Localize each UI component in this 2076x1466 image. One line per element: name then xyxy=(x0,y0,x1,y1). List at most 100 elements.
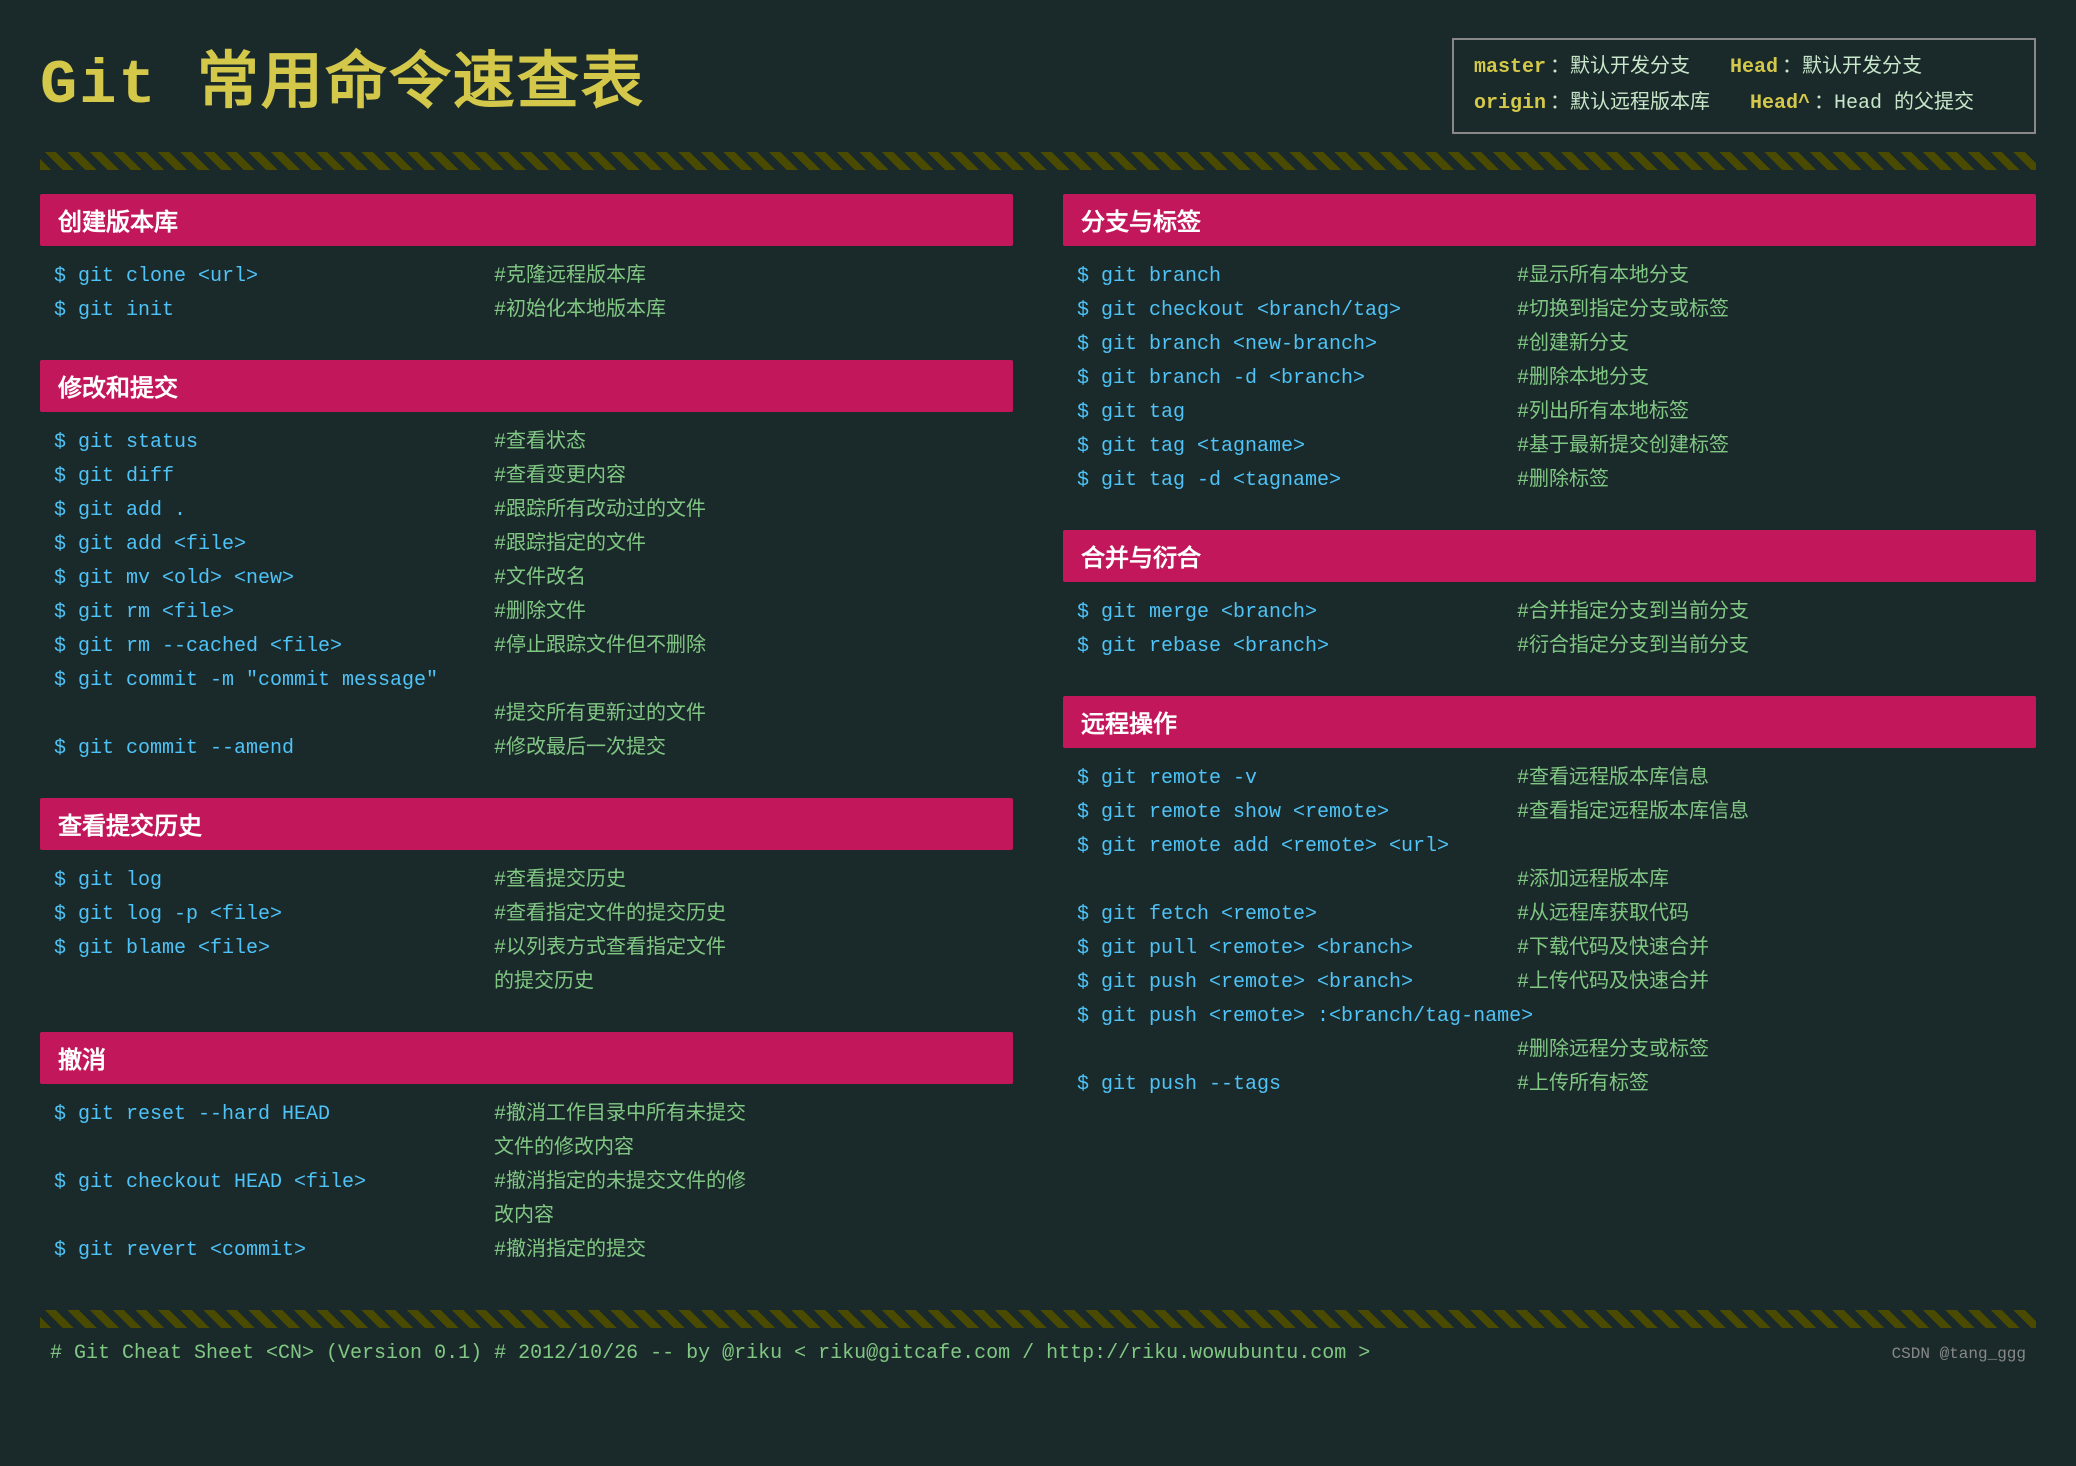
section-header-modify-commit: 修改和提交 xyxy=(40,360,1013,412)
cmd-row: 文件的修改内容 xyxy=(54,1132,999,1166)
cmd-text: $ git remote show <remote> xyxy=(1077,796,1497,830)
cmd-row: $ git tag -d <tagname> #删除标签 xyxy=(1077,464,2022,498)
cmd-row: $ git revert <commit> #撤消指定的提交 xyxy=(54,1234,999,1268)
section-body-modify-commit: $ git status #查看状态 $ git diff #查看变更内容 $ … xyxy=(40,422,1013,770)
cmd-desc: #查看远程版本库信息 xyxy=(1517,762,1709,796)
cmd-desc: #删除文件 xyxy=(494,596,586,630)
cmd-desc: #文件改名 xyxy=(494,562,586,596)
cmd-desc: #查看提交历史 xyxy=(494,864,626,898)
section-remote: 远程操作 $ git remote -v #查看远程版本库信息 $ git re… xyxy=(1063,696,2036,1106)
legend-row-2: origin ：默认远程版本库 Head^ ：Head 的父提交 xyxy=(1474,86,2014,122)
cmd-desc: #跟踪所有改动过的文件 xyxy=(494,494,706,528)
cmd-desc: #显示所有本地分支 xyxy=(1517,260,1689,294)
cmd-text: $ git revert <commit> xyxy=(54,1234,474,1268)
cmd-text xyxy=(54,966,474,1000)
cmd-text xyxy=(54,1132,474,1166)
section-undo: 撤消 $ git reset --hard HEAD #撤消工作目录中所有未提交… xyxy=(40,1032,1013,1272)
legend-val-head: ：默认开发分支 xyxy=(1782,50,1922,86)
cmd-text: $ git log -p <file> xyxy=(54,898,474,932)
cmd-text: $ git merge <branch> xyxy=(1077,596,1497,630)
cmd-text: $ git reset --hard HEAD xyxy=(54,1098,474,1132)
cmd-desc: #上传所有标签 xyxy=(1517,1068,1649,1102)
cmd-row: $ git clone <url> #克隆远程版本库 xyxy=(54,260,999,294)
cmd-desc: 改内容 xyxy=(494,1200,554,1234)
section-body-merge-rebase: $ git merge <branch> #合并指定分支到当前分支 $ git … xyxy=(1063,592,2036,668)
cmd-row: $ git fetch <remote> #从远程库获取代码 xyxy=(1077,898,2022,932)
legend-key-head: Head xyxy=(1730,50,1778,86)
cmd-row: #删除远程分支或标签 xyxy=(1077,1034,2022,1068)
cmd-text: $ git rm <file> xyxy=(54,596,474,630)
cmd-text: $ git tag -d <tagname> xyxy=(1077,464,1497,498)
section-view-history: 查看提交历史 $ git log #查看提交历史 $ git log -p <f… xyxy=(40,798,1013,1004)
cmd-desc: #克隆远程版本库 xyxy=(494,260,646,294)
cmd-row: $ git add . #跟踪所有改动过的文件 xyxy=(54,494,999,528)
cmd-text: $ git mv <old> <new> xyxy=(54,562,474,596)
footer-divider xyxy=(40,1310,2036,1328)
cmd-text: $ git push <remote> <branch> xyxy=(1077,966,1497,1000)
cmd-desc: #查看指定远程版本库信息 xyxy=(1517,796,1749,830)
cmd-row: $ git log -p <file> #查看指定文件的提交历史 xyxy=(54,898,999,932)
cmd-row: $ git remote add <remote> <url> xyxy=(1077,830,2022,864)
cmd-text: $ git rm --cached <file> xyxy=(54,630,474,664)
cmd-row: 的提交历史 xyxy=(54,966,999,1000)
cmd-row: $ git branch #显示所有本地分支 xyxy=(1077,260,2022,294)
section-create-repo: 创建版本库 $ git clone <url> #克隆远程版本库 $ git i… xyxy=(40,194,1013,332)
section-header-remote: 远程操作 xyxy=(1063,696,2036,748)
footer: # Git Cheat Sheet <CN> (Version 0.1) # 2… xyxy=(40,1342,2036,1365)
cmd-text: $ git remote add <remote> <url> xyxy=(1077,830,1497,864)
cmd-text: $ git branch <new-branch> xyxy=(1077,328,1497,362)
cmd-row: $ git remote show <remote> #查看指定远程版本库信息 xyxy=(1077,796,2022,830)
section-modify-commit: 修改和提交 $ git status #查看状态 $ git diff #查看变… xyxy=(40,360,1013,770)
right-column: 分支与标签 $ git branch #显示所有本地分支 $ git check… xyxy=(1063,194,2036,1300)
cmd-text: $ git commit --amend xyxy=(54,732,474,766)
cmd-desc: #撤消指定的提交 xyxy=(494,1234,646,1268)
cmd-text: $ git pull <remote> <branch> xyxy=(1077,932,1497,966)
cmd-row: #添加远程版本库 xyxy=(1077,864,2022,898)
cmd-text: $ git commit -m "commit message" xyxy=(54,664,474,698)
cmd-text: $ git diff xyxy=(54,460,474,494)
cmd-text: $ git rebase <branch> xyxy=(1077,630,1497,664)
cmd-desc: #跟踪指定的文件 xyxy=(494,528,646,562)
cmd-text: $ git remote -v xyxy=(1077,762,1497,796)
section-header-branch-tag: 分支与标签 xyxy=(1063,194,2036,246)
cmd-row: #提交所有更新过的文件 xyxy=(54,698,999,732)
cmd-row: $ git status #查看状态 xyxy=(54,426,999,460)
cmd-desc: #提交所有更新过的文件 xyxy=(494,698,706,732)
cmd-text: $ git checkout HEAD <file> xyxy=(54,1166,474,1200)
section-body-view-history: $ git log #查看提交历史 $ git log -p <file> #查… xyxy=(40,860,1013,1004)
cmd-desc: #衍合指定分支到当前分支 xyxy=(1517,630,1749,664)
cmd-desc: #切换到指定分支或标签 xyxy=(1517,294,1729,328)
cmd-desc: #查看变更内容 xyxy=(494,460,626,494)
cmd-desc: #删除标签 xyxy=(1517,464,1609,498)
cmd-row: $ git push <remote> <branch> #上传代码及快速合并 xyxy=(1077,966,2022,1000)
cmd-text xyxy=(54,1200,474,1234)
cmd-row: $ git init #初始化本地版本库 xyxy=(54,294,999,328)
cmd-desc: 文件的修改内容 xyxy=(494,1132,634,1166)
cmd-row: $ git tag <tagname> #基于最新提交创建标签 xyxy=(1077,430,2022,464)
cmd-text: $ git log xyxy=(54,864,474,898)
cmd-row: $ git remote -v #查看远程版本库信息 xyxy=(1077,762,2022,796)
cmd-desc: #停止跟踪文件但不删除 xyxy=(494,630,706,664)
cmd-desc: #下载代码及快速合并 xyxy=(1517,932,1709,966)
cmd-row: $ git tag #列出所有本地标签 xyxy=(1077,396,2022,430)
cmd-text: $ git add . xyxy=(54,494,474,528)
legend-val-headcaret: ：Head 的父提交 xyxy=(1814,86,1974,122)
cmd-text xyxy=(54,698,474,732)
section-body-branch-tag: $ git branch #显示所有本地分支 $ git checkout <b… xyxy=(1063,256,2036,502)
section-merge-rebase: 合并与衍合 $ git merge <branch> #合并指定分支到当前分支 … xyxy=(1063,530,2036,668)
cmd-row: $ git rm --cached <file> #停止跟踪文件但不删除 xyxy=(54,630,999,664)
cmd-text: $ git branch -d <branch> xyxy=(1077,362,1497,396)
cmd-row: 改内容 xyxy=(54,1200,999,1234)
cmd-row: $ git log #查看提交历史 xyxy=(54,864,999,898)
cmd-desc: #删除本地分支 xyxy=(1517,362,1649,396)
cmd-desc: #合并指定分支到当前分支 xyxy=(1517,596,1749,630)
cmd-desc: #撤消指定的未提交文件的修 xyxy=(494,1166,746,1200)
cmd-row: $ git rebase <branch> #衍合指定分支到当前分支 xyxy=(1077,630,2022,664)
cmd-desc: #撤消工作目录中所有未提交 xyxy=(494,1098,746,1132)
cmd-text: $ git tag xyxy=(1077,396,1497,430)
cmd-row: $ git merge <branch> #合并指定分支到当前分支 xyxy=(1077,596,2022,630)
cmd-text: $ git status xyxy=(54,426,474,460)
cmd-row: $ git diff #查看变更内容 xyxy=(54,460,999,494)
cmd-desc: #创建新分支 xyxy=(1517,328,1629,362)
section-header-create-repo: 创建版本库 xyxy=(40,194,1013,246)
